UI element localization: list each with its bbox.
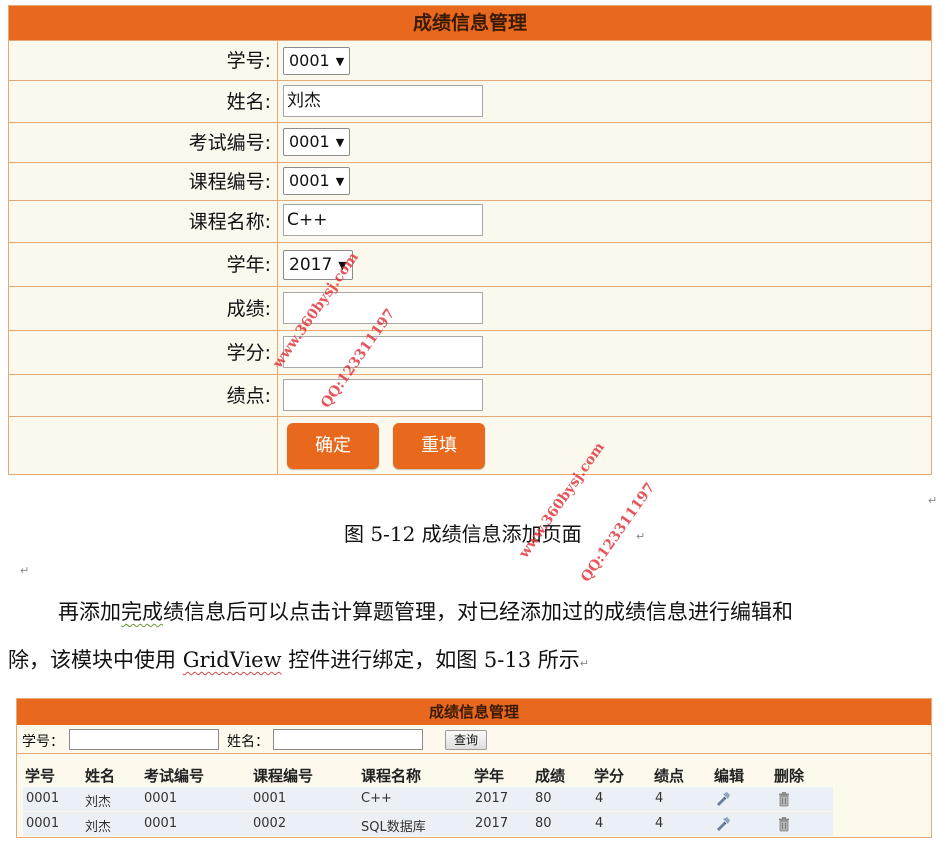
course-name-input[interactable]: C++ (283, 204, 483, 236)
col-header-exam-id: 考试编号 (144, 767, 205, 785)
score-grid-panel: 成绩信息管理 学号： 姓名： 查询 学号 姓名 考试编号 课程编号 课程名称 学… (16, 698, 932, 838)
score-form-panel: 成绩信息管理 学号: 0001 ▼ 姓名: 刘杰 考试编号: 0001 ▼ 课程编号… (8, 5, 932, 475)
chevron-down-icon: ▼ (335, 136, 345, 149)
paragraph-mark: ↵ (20, 564, 30, 577)
col-header-student-id: 学号 (25, 767, 56, 785)
form-row-actions: 确定 重填 (9, 416, 931, 474)
form-row-student-id: 学号: 0001 ▼ (9, 40, 931, 80)
exam-id-select[interactable]: 0001 ▼ (283, 128, 351, 156)
credit-input[interactable] (283, 336, 483, 368)
student-id-select[interactable]: 0001 ▼ (283, 47, 351, 75)
grid-title: 成绩信息管理 (17, 699, 931, 725)
edit-icon[interactable] (715, 791, 731, 807)
trash-icon[interactable] (776, 791, 792, 807)
paragraph-mark: ↵ (928, 494, 938, 507)
year-label: 学年: (226, 254, 271, 276)
reset-button[interactable]: 重填 (393, 423, 485, 469)
watermark-qq: QQ:123311197 (578, 479, 659, 586)
search-name-input[interactable] (273, 729, 423, 750)
gpa-input[interactable] (283, 379, 483, 411)
col-header-course-id: 课程编号 (253, 767, 314, 785)
col-header-score: 成绩 (535, 767, 566, 785)
trash-icon[interactable] (776, 816, 792, 832)
course-name-label: 课程名称: (188, 211, 271, 233)
table-row: 0001 刘杰 0001 0001 C++ 2017 80 4 4 (23, 787, 833, 811)
body-paragraph-line-1: 再添加完成绩信息后可以点击计算题管理，对已经添加过的成绩信息进行编辑和 (58, 600, 793, 624)
form-row-exam-id: 考试编号: 0001 ▼ (9, 122, 931, 162)
col-header-name: 姓名 (85, 767, 116, 785)
grid-search-row: 学号： 姓名： 查询 (17, 726, 931, 754)
form-row-score: 成绩: (9, 286, 931, 330)
form-title: 成绩信息管理 (9, 6, 931, 40)
form-row-course-id: 课程编号: 0001 ▼ (9, 162, 931, 200)
name-input[interactable]: 刘杰 (283, 85, 483, 117)
form-row-gpa: 绩点: (9, 374, 931, 416)
search-id-input[interactable] (69, 729, 219, 750)
paragraph-mark: ↵ (636, 530, 646, 543)
credit-label: 学分: (226, 342, 271, 364)
course-id-select[interactable]: 0001 ▼ (283, 167, 351, 195)
exam-id-label: 考试编号: (188, 132, 271, 154)
body-paragraph-line-2: 除，该模块中使用 GridView 控件进行绑定，如图 5-13 所示↵ (8, 648, 589, 672)
course-id-label: 课程编号: (188, 171, 271, 193)
col-header-gpa: 绩点 (654, 767, 685, 785)
col-header-delete: 删除 (774, 767, 805, 785)
chevron-down-icon: ▼ (335, 55, 345, 68)
col-header-course-name: 课程名称 (361, 767, 422, 785)
form-row-credit: 学分: (9, 330, 931, 374)
gpa-label: 绩点: (226, 385, 271, 407)
col-header-year: 学年 (474, 767, 505, 785)
score-label: 成绩: (226, 298, 271, 320)
col-header-credit: 学分 (594, 767, 625, 785)
col-header-edit: 编辑 (714, 767, 745, 785)
student-id-label: 学号: (226, 50, 271, 72)
search-name-label: 姓名： (227, 734, 269, 750)
confirm-button[interactable]: 确定 (287, 423, 379, 469)
form-row-name: 姓名: 刘杰 (9, 80, 931, 122)
edit-icon[interactable] (715, 816, 731, 832)
form-row-year: 学年: 2017 ▼ (9, 242, 931, 286)
table-row: 0001 刘杰 0001 0002 SQL数据库 2017 80 4 4 (23, 812, 833, 836)
name-label: 姓名: (226, 91, 271, 113)
chevron-down-icon: ▼ (335, 175, 345, 188)
search-id-label: 学号： (22, 734, 64, 750)
form-row-course-name: 课程名称: C++ (9, 200, 931, 242)
query-button[interactable]: 查询 (445, 730, 487, 750)
